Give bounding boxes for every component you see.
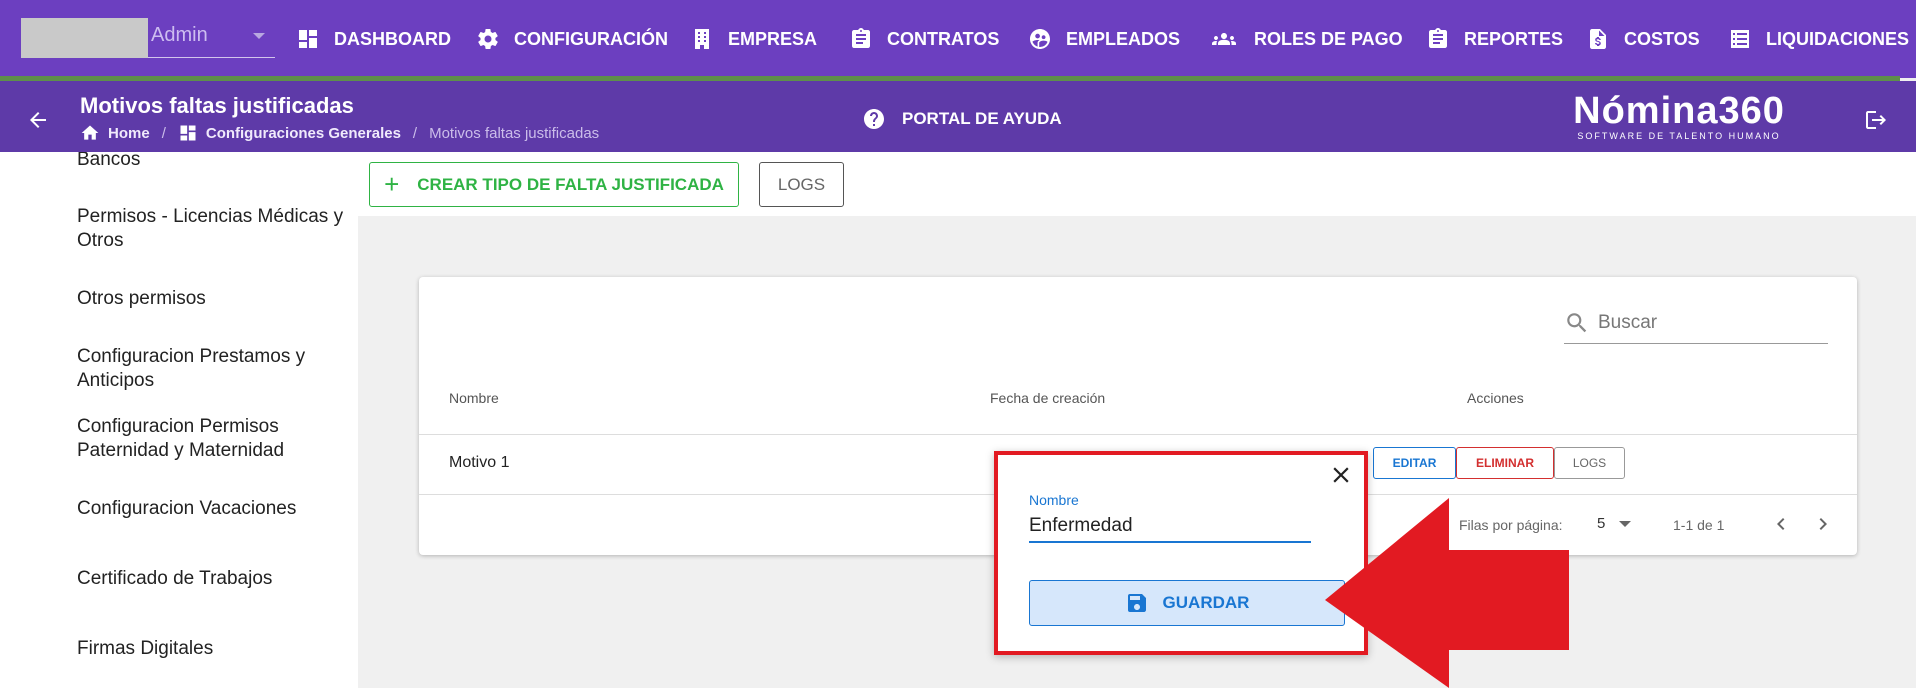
sidebar-item-firmas[interactable]: Firmas Digitales	[77, 637, 358, 661]
save-button[interactable]: GUARDAR	[1029, 580, 1345, 626]
nav-label: LIQUIDACIONES	[1766, 28, 1910, 49]
sidebar-item-otros-permisos[interactable]: Otros permisos	[77, 287, 358, 311]
edit-button[interactable]: EDITAR	[1373, 447, 1456, 479]
search-box	[1564, 304, 1828, 344]
gear-icon	[478, 29, 498, 50]
sidebar-item-vacaciones[interactable]: Configuracion Vacaciones	[77, 497, 358, 521]
action-bar: + CREAR TIPO DE FALTA JUSTIFICADA LOGS	[358, 152, 1916, 216]
page-title: Motivos faltas justificadas	[80, 93, 354, 118]
top-navbar: Admin DASHBOARD CONFIGURACIÓN EMPRESA CO…	[0, 0, 1916, 81]
dashboard-icon	[299, 30, 317, 48]
nav-label: EMPRESA	[728, 28, 818, 49]
header-divider	[419, 434, 1857, 435]
nav-label: DASHBOARD	[334, 28, 451, 49]
sidebar: Bancos Permisos - Licencias Médicas y Ot…	[0, 152, 358, 688]
row-logs-button[interactable]: LOGS	[1554, 447, 1625, 479]
breadcrumb-current: Motivos faltas justificadas	[429, 124, 600, 142]
nav-empresa[interactable]: EMPRESA	[690, 26, 817, 52]
nav-label: CONFIGURACIÓN	[514, 28, 668, 49]
caret-down-icon	[1619, 520, 1632, 527]
nav-costos[interactable]: COSTOS	[1586, 26, 1700, 52]
search-icon	[1567, 313, 1587, 333]
user-name: Admin	[151, 24, 208, 46]
save-label: GUARDAR	[1162, 593, 1250, 612]
people-circle-icon	[1030, 29, 1050, 49]
nav-liquidaciones[interactable]: LIQUIDACIONES	[1728, 26, 1909, 52]
breadcrumb-section[interactable]: Configuraciones Generales	[206, 125, 401, 142]
arrow-annotation-icon	[1325, 498, 1569, 688]
nav-label: CONTRATOS	[887, 28, 1000, 49]
chevron-right-icon[interactable]	[1811, 512, 1835, 536]
plus-icon: +	[384, 169, 400, 199]
nav-label: EMPLEADOS	[1066, 28, 1181, 49]
sidebar-item-permisos-licencias[interactable]: Permisos - Licencias Médicas y Otros	[77, 205, 358, 253]
avatar-placeholder	[21, 18, 148, 58]
nav-label: REPORTES	[1464, 28, 1564, 49]
search-input[interactable]	[1598, 308, 1818, 338]
building-icon	[695, 29, 709, 49]
save-icon	[1127, 594, 1146, 612]
column-header-acciones: Acciones	[1467, 390, 1524, 406]
arrow-back-icon[interactable]	[26, 108, 50, 132]
nav-label: COSTOS	[1624, 28, 1700, 49]
nav-dashboard[interactable]: DASHBOARD	[296, 26, 451, 52]
help-portal-link[interactable]: PORTAL DE AYUDA	[862, 107, 1062, 131]
logs-button[interactable]: LOGS	[759, 162, 844, 207]
nav-reportes[interactable]: REPORTES	[1426, 26, 1563, 52]
breadcrumb-separator: /	[161, 124, 166, 142]
rows-per-page-value: 5	[1597, 515, 1606, 532]
nav-empleados[interactable]: EMPLEADOS	[1028, 26, 1180, 52]
sidebar-item-paternidad[interactable]: Configuracion Permisos Paternidad y Mate…	[77, 415, 358, 463]
help-icon	[864, 109, 884, 129]
sidebar-item-bancos[interactable]: Bancos	[77, 152, 358, 172]
edit-dialog: Nombre GUARDAR	[994, 451, 1368, 655]
name-field[interactable]	[1029, 511, 1311, 543]
logout-icon[interactable]	[1864, 108, 1888, 132]
column-header-nombre[interactable]: Nombre	[449, 390, 499, 406]
brand-logo: Nómina360 SOFTWARE DE TALENTO HUMANO	[1566, 91, 1792, 141]
chevron-left-icon[interactable]	[1769, 512, 1793, 536]
brand-name: Nómina360	[1573, 90, 1785, 132]
breadcrumb-separator: /	[412, 124, 418, 142]
clipboard-icon	[1429, 28, 1447, 48]
delete-button[interactable]: ELIMINAR	[1456, 447, 1554, 479]
page-header: Motivos faltas justificadas Home / Confi…	[0, 81, 1916, 152]
create-label: CREAR TIPO DE FALTA JUSTIFICADA	[417, 174, 724, 194]
sidebar-item-prestamos[interactable]: Configuracion Prestamos y Anticipos	[77, 345, 358, 393]
nav-roles-de-pago[interactable]: ROLES DE PAGO	[1208, 26, 1403, 52]
user-selector[interactable]: Admin	[21, 18, 275, 58]
caret-down-icon	[253, 33, 265, 39]
name-field-label: Nombre	[1029, 492, 1079, 508]
breadcrumb: Home / Configuraciones Generales / Motiv…	[80, 123, 599, 143]
list-icon	[1731, 30, 1749, 48]
group-icon	[1212, 33, 1236, 45]
dollar-file-icon	[1590, 29, 1606, 49]
sidebar-item-certificado[interactable]: Certificado de Trabajos	[77, 567, 358, 591]
home-icon	[81, 125, 99, 140]
help-label: PORTAL DE AYUDA	[902, 109, 1062, 128]
column-header-fecha[interactable]: Fecha de creación	[990, 390, 1105, 406]
cell-nombre: Motivo 1	[449, 454, 510, 471]
close-icon	[1333, 467, 1349, 483]
nav-configuracion[interactable]: CONFIGURACIÓN	[476, 26, 668, 52]
breadcrumb-home[interactable]: Home	[108, 125, 150, 142]
nav-label: ROLES DE PAGO	[1254, 28, 1403, 49]
brand-tagline: SOFTWARE DE TALENTO HUMANO	[1577, 131, 1781, 141]
dashboard-icon	[180, 125, 196, 141]
clipboard-icon	[852, 28, 870, 48]
pagination-range: 1-1 de 1	[1673, 517, 1725, 533]
rows-per-page-select[interactable]: 5	[1597, 515, 1632, 532]
close-button[interactable]	[1328, 462, 1354, 488]
create-justified-absence-button[interactable]: + CREAR TIPO DE FALTA JUSTIFICADA	[369, 162, 739, 207]
nav-contratos[interactable]: CONTRATOS	[849, 26, 999, 52]
